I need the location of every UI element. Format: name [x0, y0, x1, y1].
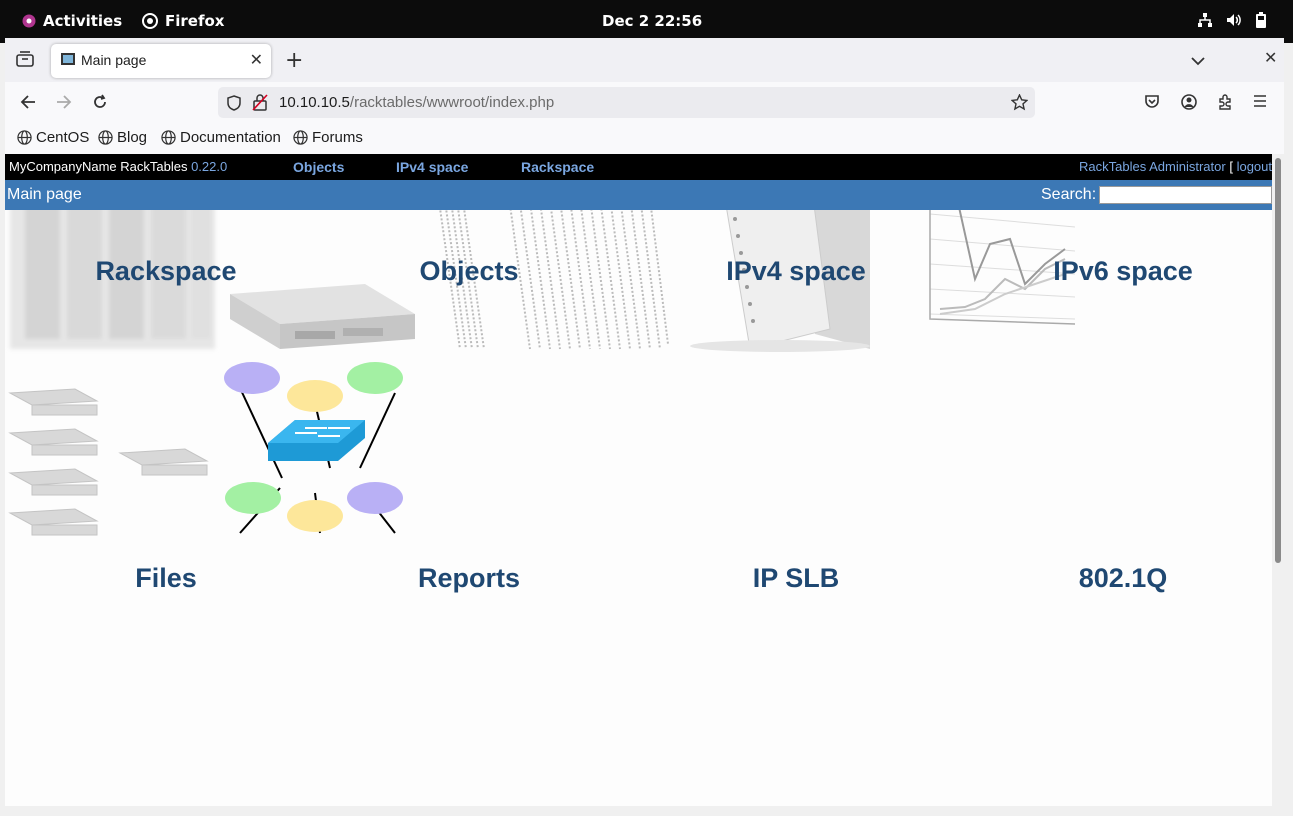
bookmarks-toolbar: CentOS Blog Documentation Forums [5, 124, 1284, 155]
account-icon[interactable] [1181, 94, 1197, 114]
tile-files[interactable]: Files [16, 563, 316, 594]
url-path: /racktables/wwwroot/index.php [349, 94, 555, 111]
tile-rackspace[interactable]: Rackspace [16, 256, 316, 287]
bookmark-label: Documentation [180, 129, 281, 146]
system-status[interactable] [1197, 12, 1267, 28]
tile-reports[interactable]: Reports [319, 563, 619, 594]
close-tab-icon[interactable]: ✕ [250, 50, 263, 69]
close-window-icon[interactable]: ✕ [1264, 50, 1277, 66]
nav-toolbar: 10.10.10.5/racktables/wwwroot/index.php [5, 82, 1284, 124]
page-title: Main page [7, 186, 82, 203]
nav-rackspace[interactable]: Rackspace [521, 159, 594, 175]
globe-icon [17, 130, 32, 145]
url-host: 10.10.10.5 [279, 94, 350, 111]
racktables-header: MyCompanyName RackTables 0.22.0 Objects … [5, 154, 1272, 180]
activities-label: Activities [43, 12, 123, 30]
activities-button[interactable]: Activities [22, 12, 122, 30]
bookmark-label: Blog [117, 129, 148, 146]
url-bar[interactable]: 10.10.10.5/racktables/wwwroot/index.php [218, 87, 1035, 118]
tile-title[interactable]: Files [16, 563, 316, 594]
bookmark-forums[interactable]: Forums [293, 129, 363, 146]
back-icon[interactable] [20, 94, 36, 114]
gnome-logo-icon [22, 14, 36, 28]
extensions-icon[interactable] [1217, 94, 1233, 114]
app-brand: MyCompanyName RackTables 0.22.0 [9, 159, 227, 174]
globe-icon [161, 130, 176, 145]
tab-title: Main page [81, 52, 147, 68]
firefox-window: Main page ✕ + ✕ 10.10.10.5/racktables/ww… [5, 38, 1284, 806]
nav-ipv4-space[interactable]: IPv4 space [396, 159, 468, 175]
bracket-open: [ [1229, 159, 1233, 174]
gnome-top-bar: Activities Firefox Dec 2 22:56 [0, 0, 1293, 43]
user-name[interactable]: RackTables Administrator [1079, 159, 1226, 174]
brand-name: MyCompanyName RackTables [9, 159, 188, 174]
scrollbar-thumb[interactable] [1275, 158, 1281, 563]
firefox-icon [142, 13, 158, 29]
pocket-icon[interactable] [1144, 94, 1160, 114]
globe-icon [98, 130, 113, 145]
bookmark-label: Forums [312, 129, 363, 146]
tile-objects[interactable]: Objects [319, 256, 619, 287]
clock[interactable]: Dec 2 22:56 [602, 12, 702, 30]
new-tab-icon[interactable]: + [285, 50, 303, 72]
bookmark-label: CentOS [36, 129, 90, 146]
user-info: RackTables Administrator [ logout [1079, 159, 1272, 174]
app-menu[interactable]: Firefox [142, 12, 224, 30]
forward-icon[interactable] [56, 94, 72, 114]
search-label: Search: [1041, 186, 1097, 203]
tile-title[interactable]: IPv4 space [646, 256, 946, 287]
globe-icon [293, 130, 308, 145]
tab-main-page[interactable]: Main page ✕ [51, 44, 271, 78]
insecure-lock-icon[interactable] [252, 94, 268, 115]
tile-title[interactable]: IPv6 space [973, 256, 1273, 287]
network-icon [1198, 13, 1212, 27]
app-version: 0.22.0 [191, 159, 228, 174]
bookmark-centos[interactable]: CentOS [17, 129, 89, 146]
title-bar: Main page Search: [5, 180, 1272, 210]
tile-802-1q[interactable]: 802.1Q [973, 563, 1273, 594]
url-text[interactable]: 10.10.10.5/racktables/wwwroot/index.php [279, 94, 554, 111]
search-input[interactable] [1099, 186, 1272, 204]
tile-title[interactable]: Objects [319, 256, 619, 287]
tab-overview-icon[interactable] [16, 51, 34, 71]
list-tabs-icon[interactable] [1191, 52, 1205, 70]
bookmark-documentation[interactable]: Documentation [161, 129, 281, 146]
objects-image[interactable] [225, 279, 420, 354]
tile-ip-slb[interactable]: IP SLB [646, 563, 946, 594]
star-icon[interactable] [1010, 93, 1029, 115]
reload-icon[interactable] [92, 94, 108, 114]
802-1q-image[interactable] [220, 358, 410, 543]
tile-title[interactable]: IP SLB [646, 563, 946, 594]
page-viewport: MyCompanyName RackTables 0.22.0 Objects … [5, 154, 1284, 806]
bookmark-blog[interactable]: Blog [98, 129, 147, 146]
tile-title[interactable]: Rackspace [16, 256, 316, 287]
shield-icon[interactable] [227, 95, 241, 115]
favicon-icon [61, 53, 75, 65]
menu-icon[interactable] [1253, 94, 1267, 112]
tile-ipv6-space[interactable]: IPv6 space [973, 256, 1273, 287]
battery-icon [1256, 12, 1266, 28]
app-name: Firefox [165, 12, 225, 30]
nav-objects[interactable]: Objects [293, 159, 344, 175]
page-scrollbar[interactable] [1272, 154, 1284, 806]
tile-ipv4-space[interactable]: IPv4 space [646, 256, 946, 287]
tile-title[interactable]: 802.1Q [973, 563, 1273, 594]
tab-bar: Main page ✕ + ✕ [5, 38, 1284, 82]
volume-icon [1227, 14, 1241, 26]
ip-slb-image[interactable] [5, 383, 215, 543]
logout-link[interactable]: logout [1237, 159, 1272, 174]
tile-title[interactable]: Reports [319, 563, 619, 594]
